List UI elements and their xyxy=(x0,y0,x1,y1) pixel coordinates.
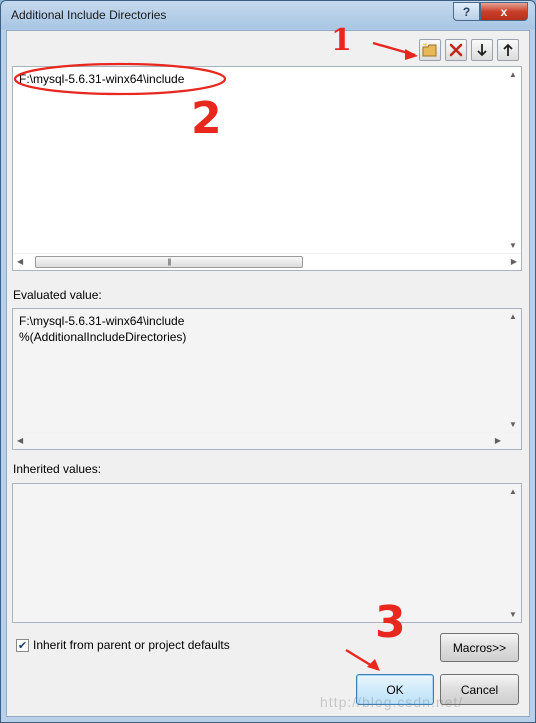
help-button[interactable]: ? xyxy=(453,2,480,21)
directories-horizontal-scrollbar[interactable]: ◀ ||| ▶ xyxy=(13,253,521,270)
inherited-values-box: ▲ ▼ xyxy=(12,483,522,623)
inherit-checkbox-label[interactable]: Inherit from parent or project defaults xyxy=(33,638,230,652)
evaluated-horizontal-scrollbar[interactable]: ◀ ▶ xyxy=(13,432,521,449)
move-up-button[interactable] xyxy=(497,39,519,61)
evaluated-value-label: Evaluated value: xyxy=(13,288,102,302)
scroll-up-icon[interactable]: ▲ xyxy=(509,312,517,321)
dialog-client-area: F:\mysql-5.6.31-winx64\include ▲ ▼ ◀ |||… xyxy=(6,30,530,717)
scroll-up-icon[interactable]: ▲ xyxy=(509,487,517,496)
inherit-checkbox[interactable]: ✔ xyxy=(16,639,29,652)
evaluated-value-box: F:\mysql-5.6.31-winx64\include %(Additio… xyxy=(12,308,522,450)
new-folder-icon xyxy=(422,43,437,57)
evaluated-line-2: %(AdditionalIncludeDirectories) xyxy=(19,330,187,344)
arrow-down-icon xyxy=(477,44,487,57)
dialog-window: Additional Include Directories ? x F:\my… xyxy=(0,0,536,723)
scroll-left-icon[interactable]: ◀ xyxy=(17,436,23,445)
new-line-button[interactable] xyxy=(419,39,441,61)
scroll-right-icon[interactable]: ▶ xyxy=(495,436,501,445)
macros-button-label: Macros>> xyxy=(452,640,507,655)
inherited-vertical-scrollbar[interactable]: ▲ ▼ xyxy=(504,484,521,622)
scroll-down-icon[interactable]: ▼ xyxy=(509,610,517,619)
move-down-button[interactable] xyxy=(471,39,493,61)
title-bar[interactable]: Additional Include Directories ? x xyxy=(1,1,535,29)
delete-button[interactable] xyxy=(445,39,467,61)
delete-x-icon xyxy=(449,43,463,57)
scroll-left-icon[interactable]: ◀ xyxy=(17,257,23,266)
inherited-values-label: Inherited values: xyxy=(13,462,102,476)
scroll-thumb[interactable]: ||| xyxy=(35,256,303,268)
directory-entry[interactable]: F:\mysql-5.6.31-winx64\include xyxy=(19,72,184,86)
scroll-down-icon[interactable]: ▼ xyxy=(509,241,517,250)
evaluated-line-1: F:\mysql-5.6.31-winx64\include xyxy=(19,314,185,328)
cancel-button-label: Cancel xyxy=(460,682,499,697)
window-title: Additional Include Directories xyxy=(11,8,167,22)
macros-button[interactable]: Macros>> xyxy=(440,633,519,662)
watermark: http://blog.csdn.net/ xyxy=(320,694,464,710)
directories-listbox[interactable]: F:\mysql-5.6.31-winx64\include ▲ ▼ ◀ |||… xyxy=(12,66,522,271)
directories-vertical-scrollbar[interactable]: ▲ ▼ xyxy=(504,67,521,253)
checkmark-icon: ✔ xyxy=(17,640,28,652)
scroll-down-icon[interactable]: ▼ xyxy=(509,420,517,429)
scroll-up-icon[interactable]: ▲ xyxy=(509,70,517,79)
evaluated-vertical-scrollbar[interactable]: ▲ ▼ xyxy=(504,309,521,432)
close-button[interactable]: x xyxy=(480,2,528,21)
close-icon: x xyxy=(500,4,508,19)
scroll-right-icon[interactable]: ▶ xyxy=(511,257,517,266)
arrow-up-icon xyxy=(503,43,513,56)
help-label: ? xyxy=(462,4,471,19)
